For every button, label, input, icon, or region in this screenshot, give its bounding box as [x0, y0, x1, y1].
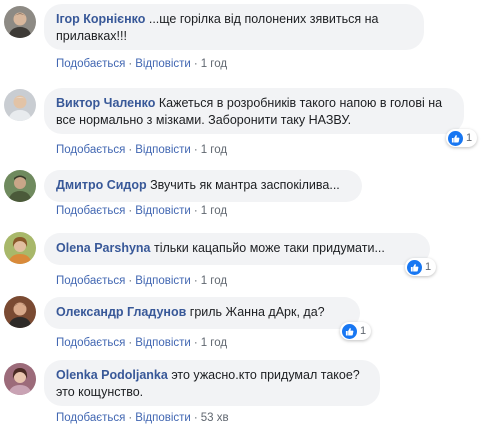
avatar-icon [4, 296, 36, 328]
avatar-icon [4, 170, 36, 202]
separator: · [128, 412, 133, 424]
separator: · [128, 205, 133, 217]
separator: · [128, 275, 133, 287]
comment-text: тільки кацапьйо може таки придумати... [150, 241, 385, 255]
comment-actions: Подобається · Відповісти · 1 год [56, 337, 227, 349]
comment-actions: Подобається · Відповісти · 53 хв [56, 412, 229, 424]
comment-actions: Подобається · Відповісти · 1 год [56, 205, 227, 217]
avatar-icon [4, 6, 36, 38]
comment-text: Звучить як мантра заспокілива... [146, 178, 340, 192]
separator: · [128, 337, 133, 349]
comment-time[interactable]: 1 год [201, 205, 227, 217]
reaction-count: 1 [360, 325, 367, 337]
like-icon [407, 259, 422, 275]
avatar[interactable] [4, 89, 36, 121]
comment-author[interactable]: Ігор Корнієнко [56, 12, 145, 26]
reaction-badge[interactable]: 1 [340, 322, 372, 340]
separator: · [128, 144, 133, 156]
reaction-count: 1 [425, 261, 432, 273]
like-link[interactable]: Подобається [56, 205, 125, 217]
comment-bubble: Ігор Корнієнко ...ще горілка від полонен… [44, 4, 424, 50]
comments-list: Ігор Корнієнко ...ще горілка від полонен… [0, 0, 500, 432]
separator: · [193, 205, 198, 217]
like-icon [448, 130, 463, 146]
comment-time[interactable]: 1 год [201, 144, 227, 156]
like-link[interactable]: Подобається [56, 337, 125, 349]
comment-author[interactable]: Виктор Чаленко [56, 96, 155, 110]
avatar[interactable] [4, 363, 36, 395]
avatar-icon [4, 89, 36, 121]
reply-link[interactable]: Відповісти [135, 412, 191, 424]
avatar[interactable] [4, 232, 36, 264]
reply-link[interactable]: Відповісти [135, 144, 191, 156]
comment-actions: Подобається · Відповісти · 1 год [56, 275, 227, 287]
separator: · [193, 337, 198, 349]
comment-time[interactable]: 1 год [201, 58, 227, 70]
like-icon [342, 323, 357, 339]
comment-time[interactable]: 1 год [201, 275, 227, 287]
reply-link[interactable]: Відповісти [135, 205, 191, 217]
separator: · [193, 144, 198, 156]
avatar-icon [4, 363, 36, 395]
avatar[interactable] [4, 6, 36, 38]
comment-bubble: Дмитро Сидор Звучить як мантра заспокіли… [44, 170, 362, 202]
comment-actions: Подобається · Відповісти · 1 год [56, 58, 227, 70]
comment-bubble: Виктор Чаленко Кажеться в розробників та… [44, 88, 464, 134]
avatar[interactable] [4, 170, 36, 202]
like-link[interactable]: Подобається [56, 275, 125, 287]
reply-link[interactable]: Відповісти [135, 275, 191, 287]
comment-author[interactable]: Olena Parshyna [56, 241, 151, 255]
separator: · [193, 412, 198, 424]
comment-author[interactable]: Олександр Гладунов [56, 305, 186, 319]
like-link[interactable]: Подобається [56, 412, 125, 424]
like-link[interactable]: Подобається [56, 58, 125, 70]
separator: · [193, 275, 198, 287]
comment-author[interactable]: Дмитро Сидор [56, 178, 147, 192]
avatar[interactable] [4, 296, 36, 328]
like-link[interactable]: Подобається [56, 144, 125, 156]
comment-bubble: Olenka Podoljanka это ужасно.кто придума… [44, 360, 380, 406]
comment-actions: Подобається · Відповісти · 1 год [56, 144, 227, 156]
comment-time[interactable]: 53 хв [201, 412, 229, 424]
reaction-badge[interactable]: 1 [405, 258, 437, 276]
reaction-badge[interactable]: 1 [446, 129, 478, 147]
comment-bubble: Олександр Гладунов гриль Жанна дАрк, да? [44, 297, 360, 329]
avatar-icon [4, 232, 36, 264]
comment-bubble: Olena Parshyna тільки кацапьйо може таки… [44, 233, 430, 265]
comment-time[interactable]: 1 год [201, 337, 227, 349]
comment-author[interactable]: Olenka Podoljanka [56, 368, 168, 382]
reaction-count: 1 [466, 132, 473, 144]
comment-text: гриль Жанна дАрк, да? [186, 305, 325, 319]
reply-link[interactable]: Відповісти [135, 337, 191, 349]
reply-link[interactable]: Відповісти [135, 58, 191, 70]
separator: · [193, 58, 198, 70]
separator: · [128, 58, 133, 70]
